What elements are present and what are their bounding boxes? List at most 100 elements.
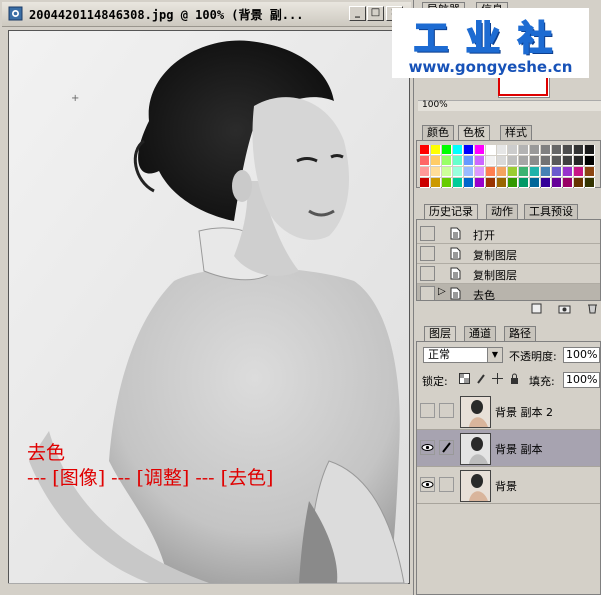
color-swatch[interactable]: [453, 156, 463, 166]
image-canvas[interactable]: + 去色 --- [图像] --- [调整] --- [去色]: [8, 30, 410, 584]
color-swatch[interactable]: [552, 156, 562, 166]
history-snapshot-checkbox[interactable]: [420, 286, 435, 300]
color-swatch[interactable]: [508, 167, 518, 177]
swatch-area[interactable]: [420, 145, 601, 189]
color-swatch[interactable]: [563, 167, 573, 177]
color-swatch[interactable]: [552, 178, 562, 188]
color-swatch[interactable]: [497, 145, 507, 155]
layer-row[interactable]: 背景 副本 2: [417, 393, 600, 430]
layer-link-toggle[interactable]: [439, 477, 454, 492]
new-document-from-state-icon[interactable]: [530, 303, 543, 314]
color-swatch[interactable]: [530, 178, 540, 188]
horizontal-scrollbar[interactable]: [8, 583, 408, 593]
color-swatch[interactable]: [442, 156, 452, 166]
color-swatch[interactable]: [541, 178, 551, 188]
opacity-input[interactable]: 100%: [563, 347, 600, 363]
color-swatch[interactable]: [442, 178, 452, 188]
document-titlebar[interactable]: 2004420114846308.jpg @ 100% (背景 副... _ □…: [2, 2, 411, 27]
color-swatch[interactable]: [453, 167, 463, 177]
color-swatch[interactable]: [464, 156, 474, 166]
color-swatch[interactable]: [519, 156, 529, 166]
color-swatch[interactable]: [431, 156, 441, 166]
color-swatch[interactable]: [585, 178, 595, 188]
color-swatch[interactable]: [530, 156, 540, 166]
layer-visibility-toggle[interactable]: [420, 440, 435, 455]
color-swatch[interactable]: [541, 167, 551, 177]
color-swatch[interactable]: [442, 145, 452, 155]
color-swatch[interactable]: [530, 145, 540, 155]
tab-channels[interactable]: 通道: [464, 326, 496, 341]
history-item-current[interactable]: ▷ 去色: [417, 284, 600, 300]
color-swatch[interactable]: [497, 156, 507, 166]
color-swatch[interactable]: [486, 167, 496, 177]
color-swatch[interactable]: [442, 167, 452, 177]
maximize-button[interactable]: □: [367, 6, 384, 21]
color-swatch[interactable]: [486, 145, 496, 155]
color-swatch[interactable]: [464, 145, 474, 155]
navigator-zoom-bar[interactable]: 100%: [418, 100, 601, 111]
minimize-button[interactable]: _: [349, 6, 366, 21]
tab-tool-presets[interactable]: 工具预设: [524, 204, 578, 219]
color-swatch[interactable]: [475, 178, 485, 188]
color-swatch[interactable]: [574, 145, 584, 155]
new-snapshot-icon[interactable]: [558, 303, 571, 314]
color-swatch[interactable]: [475, 145, 485, 155]
history-item[interactable]: 复制图层: [417, 264, 600, 284]
color-swatch[interactable]: [453, 178, 463, 188]
color-swatch[interactable]: [508, 156, 518, 166]
tab-styles[interactable]: 样式: [500, 125, 532, 140]
blend-mode-select[interactable]: 正常 ▼: [423, 347, 503, 363]
tab-swatches[interactable]: 色板: [458, 125, 490, 141]
color-swatch[interactable]: [574, 167, 584, 177]
history-snapshot-checkbox[interactable]: [420, 246, 435, 261]
layer-visibility-toggle[interactable]: [420, 477, 435, 492]
color-swatch[interactable]: [519, 167, 529, 177]
color-swatch[interactable]: [508, 178, 518, 188]
color-swatch[interactable]: [497, 167, 507, 177]
history-state-pointer-icon[interactable]: ▷: [438, 286, 446, 297]
color-swatch[interactable]: [541, 156, 551, 166]
trash-icon[interactable]: [586, 303, 599, 314]
lock-position-move-icon[interactable]: [492, 373, 503, 384]
color-swatch[interactable]: [420, 156, 430, 166]
color-swatch[interactable]: [585, 145, 595, 155]
lock-transparency-icon[interactable]: [459, 373, 470, 384]
color-swatch[interactable]: [530, 167, 540, 177]
color-swatch[interactable]: [475, 167, 485, 177]
tab-color[interactable]: 颜色: [422, 125, 454, 140]
layer-link-toggle[interactable]: [439, 403, 454, 418]
layer-active-toggle[interactable]: [439, 440, 454, 455]
lock-image-brush-icon[interactable]: [476, 373, 487, 384]
color-swatch[interactable]: [420, 145, 430, 155]
swatches-grid[interactable]: [416, 140, 601, 188]
color-swatch[interactable]: [431, 167, 441, 177]
color-swatch[interactable]: [497, 178, 507, 188]
color-swatch[interactable]: [420, 178, 430, 188]
color-swatch[interactable]: [585, 167, 595, 177]
color-swatch[interactable]: [475, 156, 485, 166]
color-swatch[interactable]: [431, 145, 441, 155]
color-swatch[interactable]: [552, 145, 562, 155]
tab-history[interactable]: 历史记录: [424, 204, 478, 220]
tab-actions[interactable]: 动作: [486, 204, 518, 219]
tab-layers[interactable]: 图层: [424, 326, 456, 342]
fill-input[interactable]: 100%: [563, 372, 600, 388]
lock-all-icon[interactable]: [509, 373, 520, 384]
color-swatch[interactable]: [486, 156, 496, 166]
history-snapshot-checkbox[interactable]: [420, 266, 435, 281]
color-swatch[interactable]: [431, 178, 441, 188]
color-swatch[interactable]: [563, 145, 573, 155]
color-swatch[interactable]: [574, 178, 584, 188]
color-swatch[interactable]: [508, 145, 518, 155]
layer-visibility-toggle[interactable]: [420, 403, 435, 418]
history-snapshot-checkbox[interactable]: [420, 226, 435, 241]
layer-row[interactable]: 背景: [417, 467, 600, 504]
history-item[interactable]: 打开: [417, 224, 600, 244]
color-swatch[interactable]: [574, 156, 584, 166]
color-swatch[interactable]: [464, 178, 474, 188]
layer-row-selected[interactable]: 背景 副本: [417, 430, 600, 467]
chevron-down-icon[interactable]: ▼: [487, 348, 502, 362]
color-swatch[interactable]: [563, 156, 573, 166]
color-swatch[interactable]: [519, 145, 529, 155]
color-swatch[interactable]: [552, 167, 562, 177]
